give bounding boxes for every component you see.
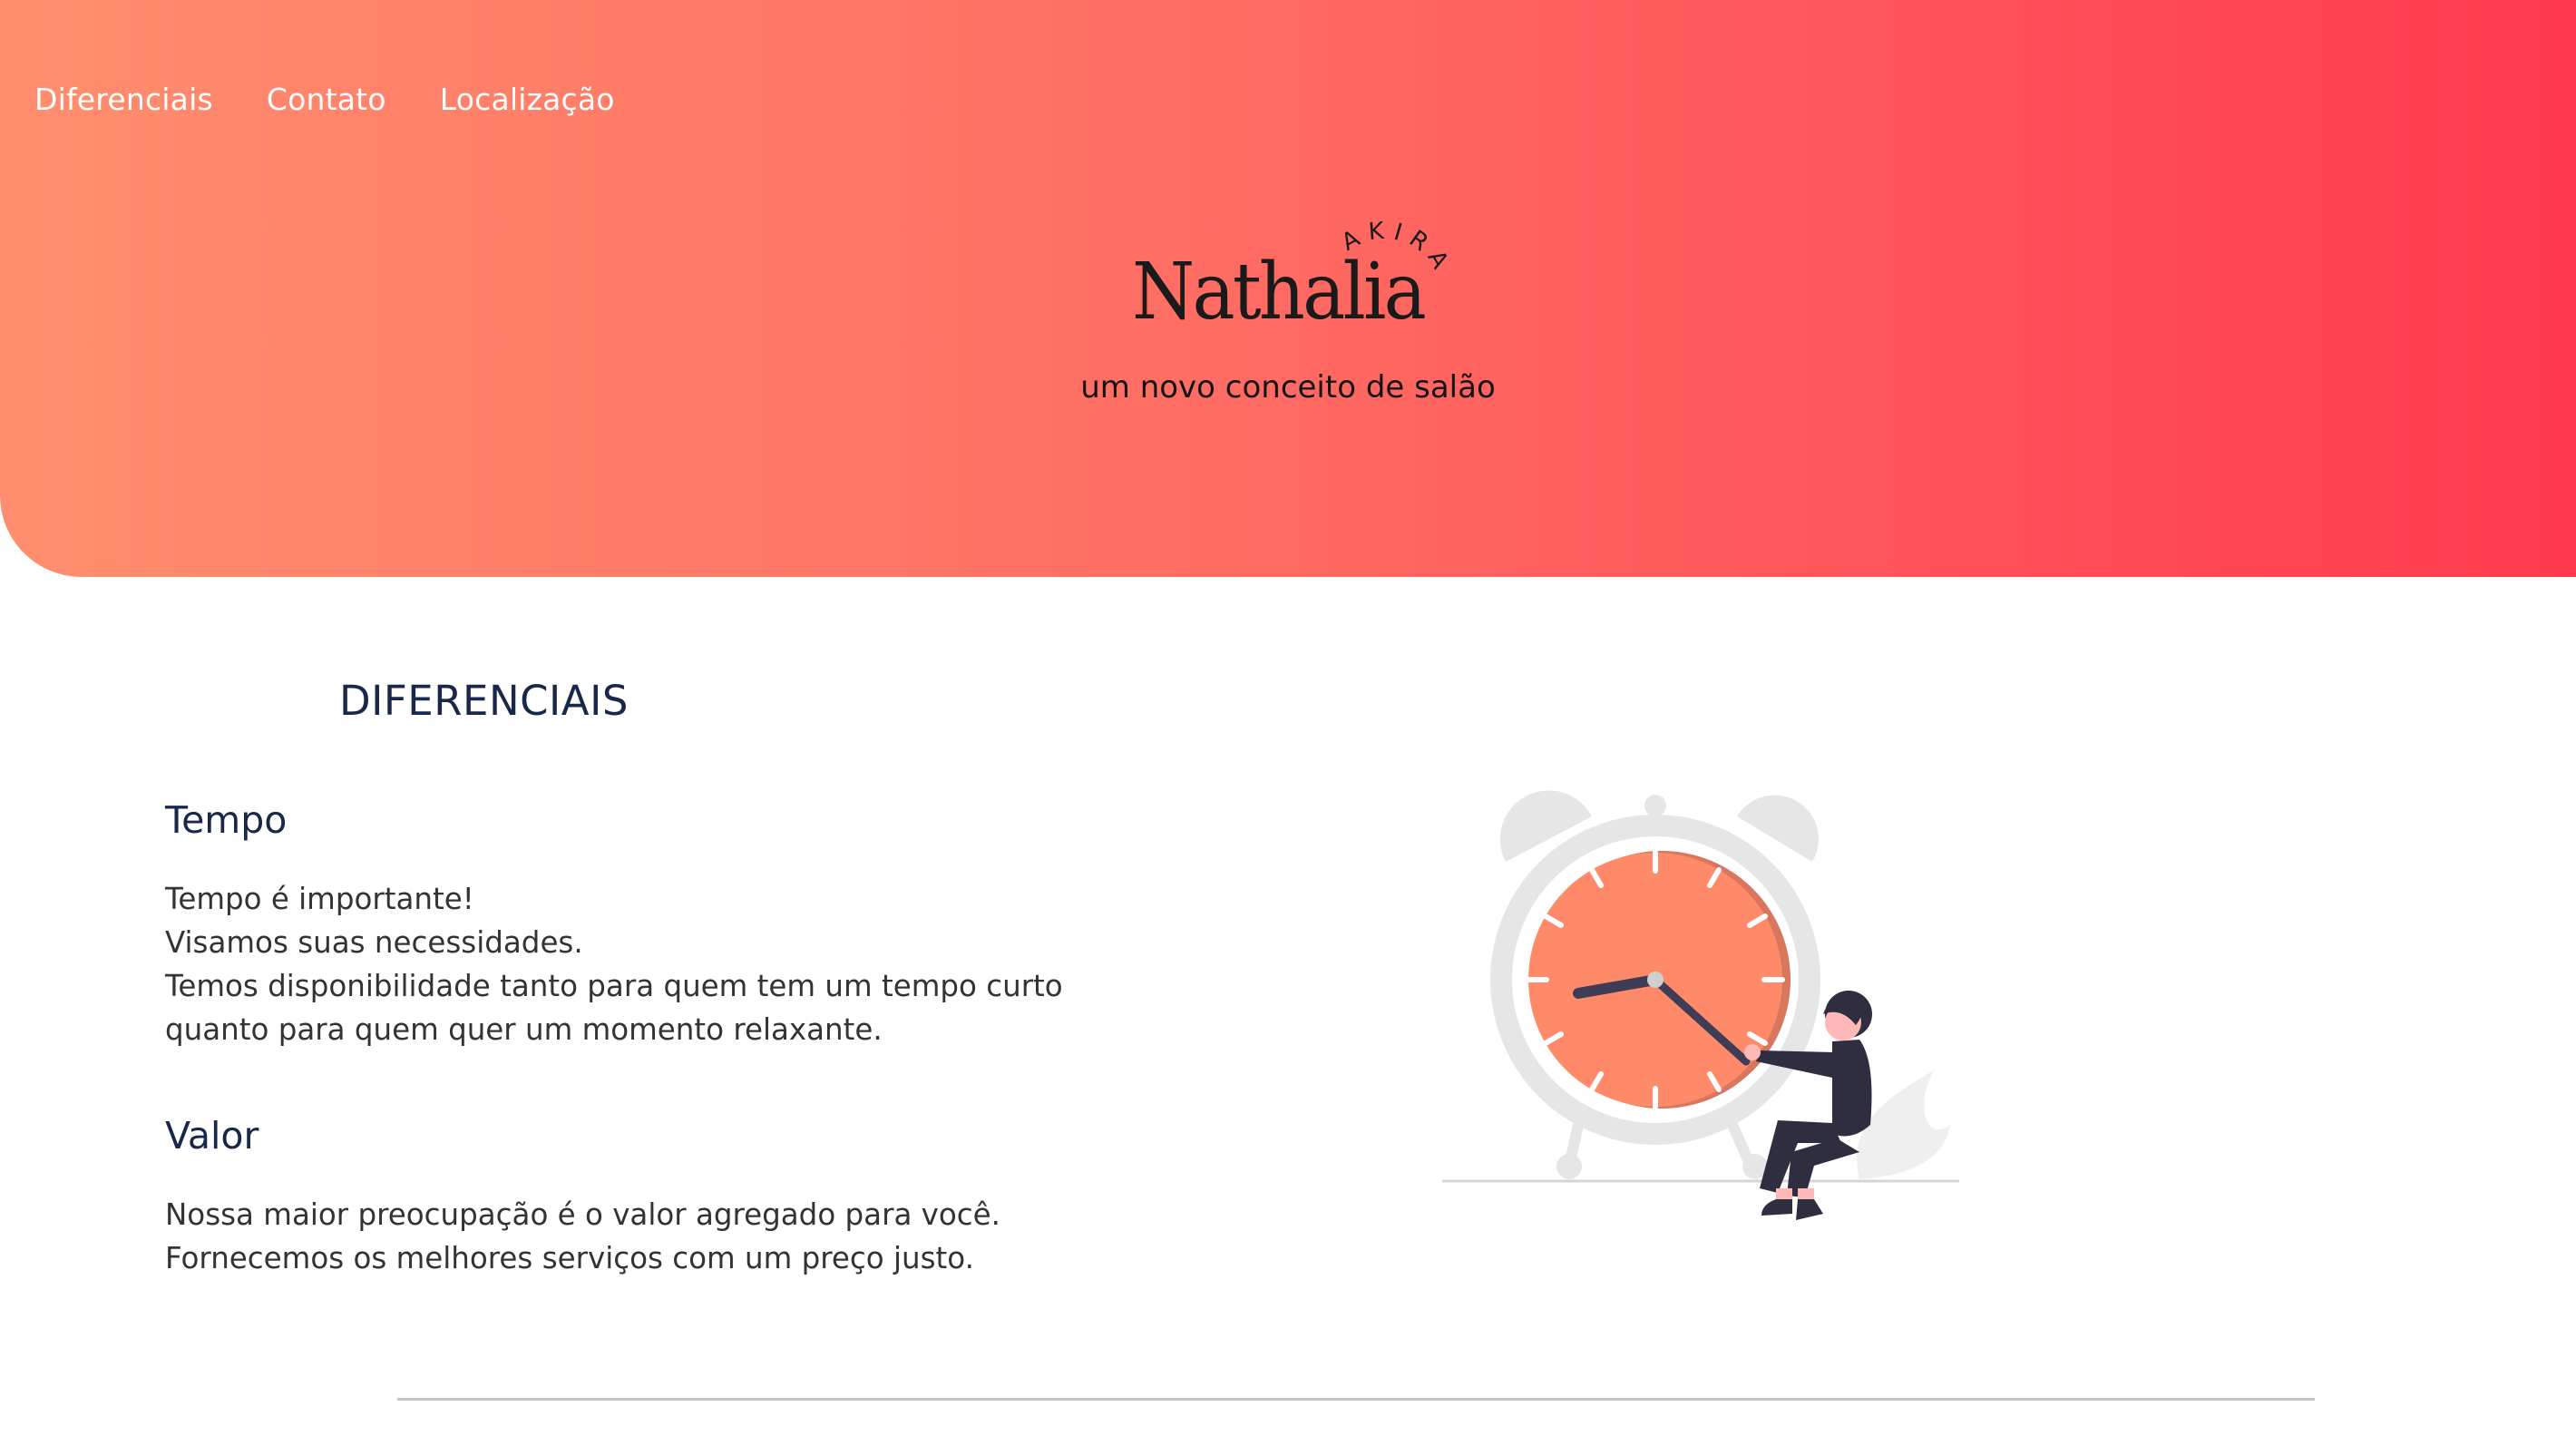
feature-line: Tempo é importante! [165, 882, 474, 916]
nav-link-diferenciais[interactable]: Diferenciais [34, 82, 213, 117]
section-divider [397, 1398, 2315, 1401]
feature-text-tempo: Tempo é importante! Visamos suas necessi… [165, 877, 1163, 1051]
brand-logo: Nathalia AKIRA [1132, 217, 1449, 337]
main-nav: Diferenciais Contato Localização [34, 82, 615, 117]
feature-title-valor: Valor [165, 1114, 259, 1158]
feature-line: Fornecemos os melhores serviços com um p… [165, 1241, 974, 1275]
brand-tagline: um novo conceito de salão [1080, 369, 1496, 405]
feature-line: quanto para quem quer um momento relaxan… [165, 1012, 883, 1047]
feature-line: Visamos suas necessidades. [165, 925, 583, 960]
section-title-diferenciais: DIFERENCIAIS [339, 677, 629, 725]
woman-turning-clock-illustration [1442, 790, 1959, 1220]
feature-line: Nossa maior preocupação é o valor agrega… [165, 1197, 1000, 1232]
nav-link-contato[interactable]: Contato [267, 82, 386, 117]
brand-subname-arc: AKIRA [1337, 217, 1449, 280]
brand-subname: AKIRA [1337, 217, 1449, 280]
feature-title-tempo: Tempo [165, 798, 288, 842]
feature-text-valor: Nossa maior preocupação é o valor agrega… [165, 1193, 1163, 1280]
svg-text:AKIRA: AKIRA [1337, 217, 1457, 280]
feature-line: Temos disponibilidade tanto para quem te… [165, 969, 1063, 1003]
hero-banner: Diferenciais Contato Localização Nathali… [0, 0, 2576, 577]
nav-link-localizacao[interactable]: Localização [440, 82, 615, 117]
